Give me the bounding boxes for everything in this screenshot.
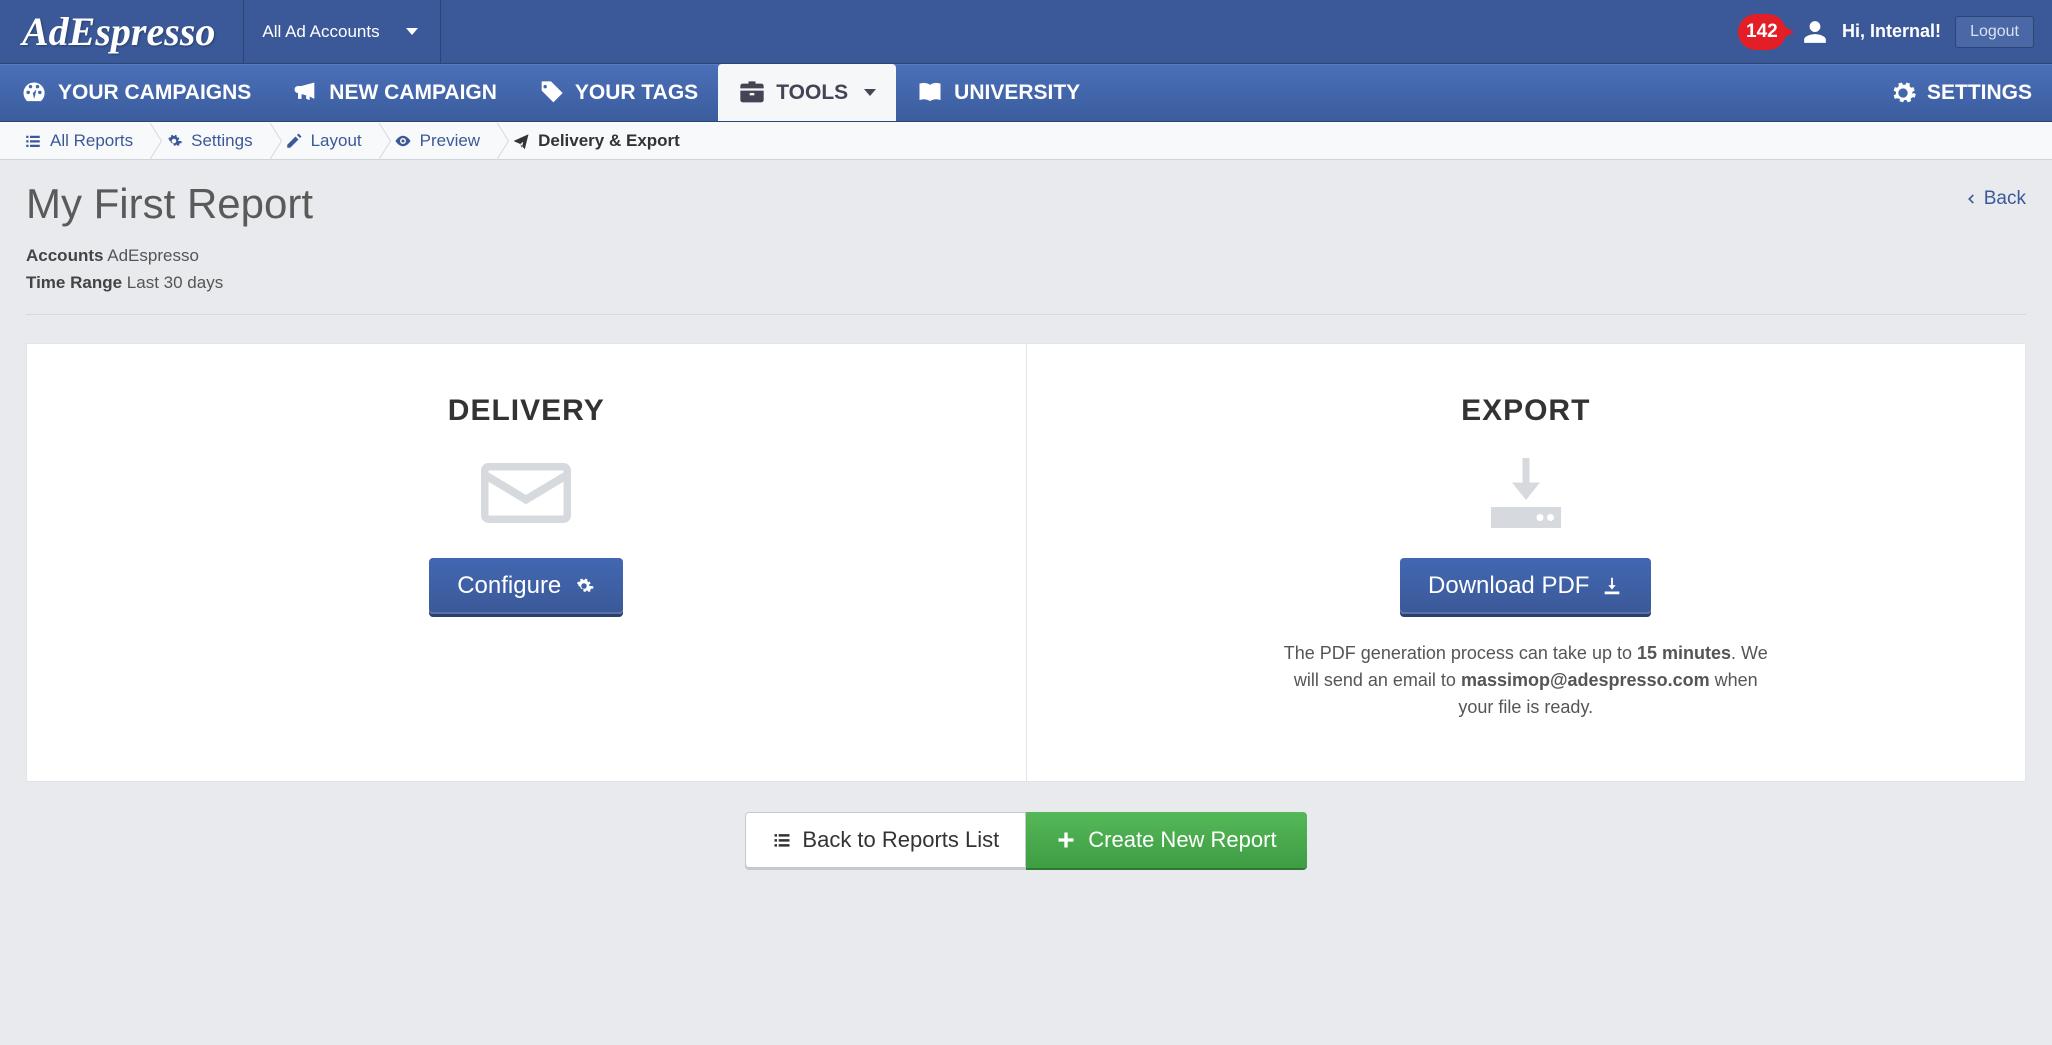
delivery-heading: DELIVERY [67,394,986,428]
briefcase-icon [738,79,766,107]
user-icon[interactable] [1802,19,1828,45]
accounts-label: Accounts [26,246,103,265]
account-dropdown[interactable]: All Ad Accounts [243,0,440,64]
nav-label: YOUR TAGS [575,81,698,105]
back-link[interactable]: Back [1964,180,2026,210]
list-icon [24,132,42,150]
breadcrumb-preview[interactable]: Preview [380,122,498,159]
export-panel: EXPORT Download PDF The PDF generation p… [1027,344,2026,781]
breadcrumb-label: Delivery & Export [538,131,680,151]
notification-badge[interactable]: 142 [1738,14,1788,50]
logout-button[interactable]: Logout [1955,16,2034,48]
export-note: The PDF generation process can take up t… [1276,640,1776,721]
main-nav: YOUR CAMPAIGNS NEW CAMPAIGN YOUR TAGS TO… [0,64,2052,122]
back-to-reports-label: Back to Reports List [802,827,999,853]
create-new-report-button[interactable]: Create New Report [1026,812,1306,868]
gear-icon [1889,79,1917,107]
plus-icon [1056,830,1076,850]
nav-university[interactable]: UNIVERSITY [896,65,1100,121]
breadcrumb-settings[interactable]: Settings [151,122,270,159]
chevron-down-icon [406,28,418,35]
book-icon [916,79,944,107]
back-to-reports-button[interactable]: Back to Reports List [745,812,1026,868]
logo[interactable]: AdEspresso [12,8,243,55]
nav-tools[interactable]: TOOLS [718,64,896,121]
breadcrumb-delivery-export[interactable]: Delivery & Export [498,122,698,159]
breadcrumb-label: All Reports [50,131,133,151]
nav-your-tags[interactable]: YOUR TAGS [517,65,718,121]
content-area: My First Report Back Accounts AdEspresso… [0,160,2052,898]
gear-icon [573,575,595,597]
list-icon [772,830,792,850]
time-range-label: Time Range [26,273,122,292]
configure-button[interactable]: Configure [429,558,623,614]
account-dropdown-label: All Ad Accounts [262,22,379,42]
nav-new-campaign[interactable]: NEW CAMPAIGN [271,65,517,121]
envelope-icon [481,458,571,528]
breadcrumb: All Reports Settings Layout Preview Deli… [0,122,2052,160]
nav-label: TOOLS [776,81,848,105]
export-heading: EXPORT [1067,394,1986,428]
dashboard-icon [20,79,48,107]
time-range-value: Last 30 days [127,273,223,292]
paper-plane-icon [512,132,530,150]
chevron-left-icon [1964,192,1978,206]
breadcrumb-label: Settings [191,131,252,151]
tags-icon [537,79,565,107]
breadcrumb-label: Layout [311,131,362,151]
nav-label: UNIVERSITY [954,81,1080,105]
page-title: My First Report [26,180,313,228]
download-icon [1601,575,1623,597]
nav-settings[interactable]: SETTINGS [1869,65,2052,121]
nav-label: SETTINGS [1927,81,2032,105]
greeting-text: Hi, Internal! [1842,21,1941,42]
eye-icon [394,132,412,150]
footer-buttons: Back to Reports List Create New Report [26,812,2026,868]
download-pdf-button[interactable]: Download PDF [1400,558,1651,614]
breadcrumb-all-reports[interactable]: All Reports [10,122,151,159]
configure-button-label: Configure [457,572,561,600]
top-bar: AdEspresso All Ad Accounts 142 Hi, Inter… [0,0,2052,64]
back-link-label: Back [1984,188,2026,210]
nav-your-campaigns[interactable]: YOUR CAMPAIGNS [0,65,271,121]
breadcrumb-layout[interactable]: Layout [271,122,380,159]
pencil-icon [285,132,303,150]
accounts-value: AdEspresso [107,246,199,265]
nav-label: YOUR CAMPAIGNS [58,81,251,105]
delivery-panel: DELIVERY Configure [27,344,1027,781]
download-pdf-button-label: Download PDF [1428,572,1589,600]
megaphone-icon [291,79,319,107]
notification-count: 142 [1746,21,1778,43]
chevron-down-icon [864,89,876,96]
nav-label: NEW CAMPAIGN [329,81,497,105]
panels: DELIVERY Configure EXPORT Download PDF T… [26,343,2026,782]
report-meta: Accounts AdEspresso Time Range Last 30 d… [26,242,2026,296]
breadcrumb-label: Preview [420,131,480,151]
gear-icon [165,132,183,150]
create-new-report-label: Create New Report [1088,827,1276,853]
download-icon [1481,458,1571,528]
